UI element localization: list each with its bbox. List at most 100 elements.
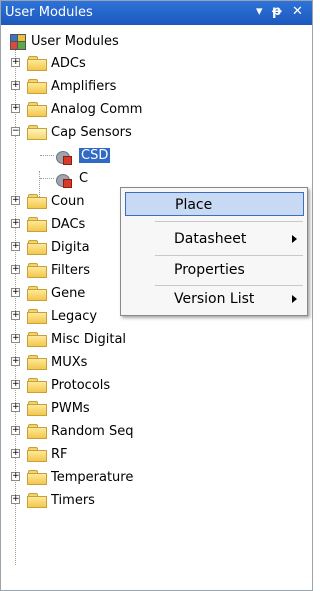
expand-icon[interactable]: + <box>11 472 20 481</box>
folder-icon <box>27 286 47 301</box>
tree-item-dacs[interactable]: + DACs <box>11 214 85 234</box>
tree-item-analog-comm[interactable]: + Analog Comm <box>11 99 142 119</box>
tree-item-generic[interactable]: + Gene <box>11 283 85 303</box>
folder-icon <box>27 470 47 485</box>
open-folder-icon <box>27 125 47 140</box>
user-modules-panel: User Modules ▾ ᵽ ✕ User Modules + ADCs + <box>0 0 313 591</box>
folder-icon <box>27 102 47 117</box>
menu-item-place[interactable]: Place <box>125 192 304 216</box>
tree-item-label: Analog Comm <box>51 101 143 117</box>
folder-icon <box>27 424 47 439</box>
expand-icon[interactable]: + <box>11 219 20 228</box>
tree-item-label: MUXs <box>51 354 88 370</box>
folder-icon <box>27 56 47 71</box>
module-icon <box>55 170 75 188</box>
expand-icon[interactable]: + <box>11 311 20 320</box>
expand-icon[interactable]: + <box>11 495 20 504</box>
tree-item-digital[interactable]: + Digita <box>11 237 90 257</box>
tree-item-label: Cap Sensors <box>51 124 132 140</box>
folder-icon <box>27 309 47 324</box>
tree-item-label: Random Seq <box>51 423 134 439</box>
expand-icon[interactable]: + <box>11 403 20 412</box>
tree-item-label: Gene <box>51 285 86 301</box>
tree-item-rf[interactable]: + RF <box>11 444 68 464</box>
tree-item-temperature[interactable]: + Temperature <box>11 467 133 487</box>
tree-item-label: Coun <box>51 193 85 209</box>
expand-icon[interactable]: + <box>11 196 20 205</box>
expand-icon[interactable]: + <box>11 265 20 274</box>
expand-icon[interactable]: + <box>11 334 20 343</box>
tree-item-label: PWMs <box>51 400 90 416</box>
tree-root-label: User Modules <box>31 33 119 49</box>
tree-item-label: DACs <box>51 216 86 232</box>
panel-title: User Modules <box>5 5 93 20</box>
tree-item-c[interactable]: C <box>55 168 88 188</box>
tree-item-csd[interactable]: CSD <box>55 145 111 165</box>
tree-item-label: Filters <box>51 262 90 278</box>
tree-root[interactable]: User Modules <box>7 31 119 51</box>
tree-item-cap-sensors[interactable]: − Cap Sensors <box>11 122 132 142</box>
folder-icon <box>27 240 47 255</box>
submenu-arrow-icon <box>292 295 297 303</box>
tree-item-label: Digita <box>51 239 90 255</box>
tree-item-misc-digital[interactable]: + Misc Digital <box>11 329 126 349</box>
menu-item-label: Datasheet <box>174 231 247 247</box>
tree-item-adcs[interactable]: + ADCs <box>11 53 86 73</box>
folder-icon <box>27 355 47 370</box>
tree-item-label: RF <box>51 446 68 462</box>
folder-icon <box>27 332 47 347</box>
menu-separator <box>155 255 303 256</box>
expand-icon[interactable]: + <box>11 242 20 251</box>
menu-item-datasheet[interactable]: Datasheet <box>121 227 307 251</box>
tree-item-pwms[interactable]: + PWMs <box>11 398 90 418</box>
tree-item-label: Misc Digital <box>51 331 127 347</box>
tree-item-random-seq[interactable]: + Random Seq <box>11 421 133 441</box>
expand-icon[interactable]: + <box>11 357 20 366</box>
menu-separator <box>155 221 303 222</box>
tree-item-muxs[interactable]: + MUXs <box>11 352 87 372</box>
folder-icon <box>27 79 47 94</box>
panel-titlebar: User Modules ▾ ᵽ ✕ <box>1 1 312 25</box>
tree-item-filters[interactable]: + Filters <box>11 260 90 280</box>
menu-item-label: Place <box>175 197 213 213</box>
folder-icon <box>27 263 47 278</box>
tree-item-label: Temperature <box>51 469 134 485</box>
menu-separator <box>155 285 303 286</box>
tree-item-label: C <box>79 170 89 186</box>
expand-icon[interactable]: + <box>11 426 20 435</box>
tree-item-label: ADCs <box>51 55 86 71</box>
expand-icon[interactable]: + <box>11 380 20 389</box>
pin-icon[interactable]: ᵽ <box>272 4 282 20</box>
folder-icon <box>27 401 47 416</box>
menu-item-label: Properties <box>174 262 245 278</box>
tree-item-counters[interactable]: + Coun <box>11 191 85 211</box>
tree-item-label: Amplifiers <box>51 78 117 94</box>
collapse-icon[interactable]: − <box>11 127 20 136</box>
tree-item-label: Timers <box>51 492 95 508</box>
expand-icon[interactable]: + <box>11 104 20 113</box>
module-icon <box>55 147 75 165</box>
tree-item-label: Protocols <box>51 377 111 393</box>
folder-icon <box>27 447 47 462</box>
submenu-arrow-icon <box>292 235 297 243</box>
tree-item-label: CSD <box>79 147 111 163</box>
expand-icon[interactable]: + <box>11 58 20 67</box>
dropdown-icon[interactable]: ▾ <box>256 4 263 20</box>
close-icon[interactable]: ✕ <box>292 4 303 20</box>
tree-item-legacy[interactable]: + Legacy <box>11 306 97 326</box>
folder-icon <box>27 217 47 232</box>
tree-item-timers[interactable]: + Timers <box>11 490 95 510</box>
folder-icon <box>27 194 47 209</box>
expand-icon[interactable]: + <box>11 288 20 297</box>
folder-icon <box>27 493 47 508</box>
expand-icon[interactable]: + <box>11 81 20 90</box>
expand-icon[interactable]: + <box>11 449 20 458</box>
folder-icon <box>27 378 47 393</box>
user-modules-icon <box>7 32 27 50</box>
context-menu: Place Datasheet Properties Version List <box>120 187 308 316</box>
tree-item-protocols[interactable]: + Protocols <box>11 375 110 395</box>
tree-item-label: Legacy <box>51 308 98 324</box>
tree-item-amplifiers[interactable]: + Amplifiers <box>11 76 116 96</box>
menu-item-properties[interactable]: Properties <box>121 258 307 282</box>
menu-item-version-list[interactable]: Version List <box>121 287 307 311</box>
